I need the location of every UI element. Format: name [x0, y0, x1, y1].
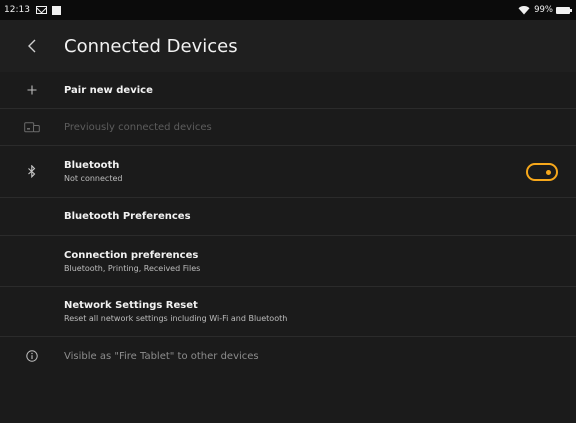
toggle-knob	[546, 169, 551, 175]
connection-preferences-label: Connection preferences	[64, 249, 199, 261]
network-settings-reset-subtitle: Reset all network settings including Wi-…	[64, 314, 288, 323]
bluetooth-toggle[interactable]	[526, 162, 558, 181]
bluetooth-preferences-item[interactable]: Bluetooth Preferences	[0, 198, 576, 236]
bluetooth-label: Bluetooth	[64, 160, 120, 171]
back-button[interactable]	[0, 20, 64, 72]
plus-icon	[0, 85, 64, 95]
pair-new-device-item[interactable]: Pair new device	[0, 72, 576, 109]
network-settings-reset-label: Network Settings Reset	[64, 300, 198, 311]
devices-icon	[0, 121, 64, 133]
bluetooth-preferences-label: Bluetooth Preferences	[64, 211, 191, 222]
chevron-left-icon	[28, 39, 36, 53]
battery-icon	[556, 6, 572, 14]
visibility-info-item: Visible as "Fire Tablet" to other device…	[0, 337, 576, 375]
wifi-icon	[518, 5, 530, 15]
network-settings-reset-item[interactable]: Network Settings Reset Reset all network…	[0, 287, 576, 337]
status-bar: 12:13 99%	[0, 0, 576, 20]
bluetooth-status: Not connected	[64, 174, 123, 183]
page-title: Connected Devices	[64, 35, 238, 57]
connection-preferences-subtitle: Bluetooth, Printing, Received Files	[64, 263, 201, 273]
toolbar: Connected Devices	[0, 20, 576, 72]
status-time: 12:13	[4, 5, 30, 15]
bluetooth-item[interactable]: Bluetooth Not connected	[0, 146, 576, 198]
screen: 12:13 99% Connected Devices Pair new dev…	[0, 0, 576, 423]
info-icon	[0, 350, 64, 362]
previously-connected-devices-label: Previously connected devices	[64, 121, 212, 133]
settings-list: Pair new device Previously connected dev…	[0, 72, 576, 375]
pair-new-device-label: Pair new device	[64, 84, 153, 96]
mail-icon	[35, 6, 47, 14]
previously-connected-devices-item[interactable]: Previously connected devices	[0, 109, 576, 146]
visibility-info-text: Visible as "Fire Tablet" to other device…	[64, 350, 259, 362]
connection-preferences-item[interactable]: Connection preferences Bluetooth, Printi…	[0, 236, 576, 287]
battery-percent: 99%	[534, 5, 553, 15]
bluetooth-icon	[0, 165, 64, 178]
notification-icon	[51, 5, 61, 15]
